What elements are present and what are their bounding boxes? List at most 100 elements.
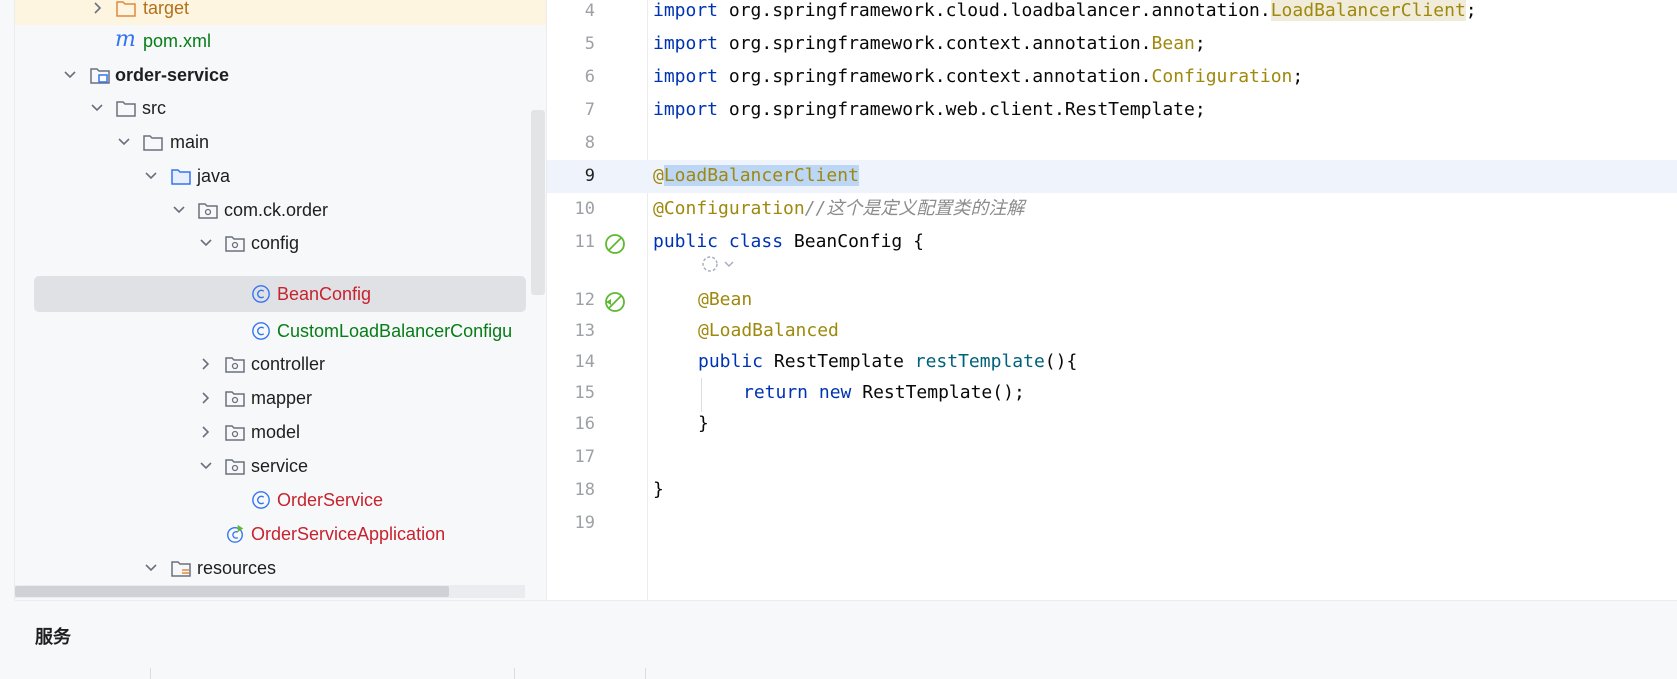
chevron-right-icon[interactable] (197, 355, 215, 373)
tree-item-label: resources (197, 558, 277, 578)
class-icon (252, 491, 270, 509)
chevron-right-icon[interactable] (197, 423, 215, 441)
code-line[interactable]: 16 } (547, 408, 1677, 441)
tree-vertical-scrollbar[interactable] (531, 110, 545, 295)
code-line[interactable]: 18 } (547, 474, 1677, 507)
code-line[interactable]: 7 import org.springframework.web.client.… (547, 94, 1677, 127)
line-number: 17 (574, 447, 595, 467)
chevron-down-icon[interactable] (115, 133, 133, 151)
tree-item-label: pom.xml (143, 31, 212, 51)
code-keyword: import (653, 0, 719, 21)
chevron-down-icon[interactable] (170, 201, 188, 219)
tree-item-orderserviceapplication[interactable]: OrderServiceApplication (15, 517, 546, 551)
code-method-name: restTemplate (914, 351, 1045, 372)
code-text: } (653, 479, 664, 500)
services-tool-window[interactable]: 服务 (15, 600, 1677, 679)
tree-item-beanconfig[interactable]: BeanConfig (34, 276, 526, 312)
tool-window-stripe (0, 0, 15, 600)
toolbar-separator (645, 668, 646, 679)
tree-item-label: mapper (251, 388, 313, 408)
tree-item-resources[interactable]: resources (15, 551, 546, 585)
tree-item-java[interactable]: java (15, 159, 546, 193)
package-icon (225, 459, 245, 475)
folder-icon (143, 135, 163, 151)
tree-item-pom-xml[interactable]: m pom.xml (15, 24, 546, 58)
code-type: RestTemplate (763, 351, 915, 372)
line-number: 7 (584, 100, 595, 120)
package-icon (225, 236, 245, 252)
code-comment: //这个是定义配置类的注解 (804, 198, 1025, 219)
line-number: 11 (574, 232, 595, 252)
tree-item-model[interactable]: model (15, 415, 546, 449)
line-number: 8 (584, 133, 595, 153)
chevron-down-icon[interactable] (88, 99, 106, 117)
chevron-right-icon[interactable] (197, 389, 215, 407)
tree-item-label: controller (251, 354, 326, 374)
tree-item-label: java (197, 166, 231, 186)
line-number: 13 (574, 321, 595, 341)
tree-item-orderservice[interactable]: OrderService (15, 483, 546, 517)
tree-item-main[interactable]: main (15, 125, 546, 159)
class-icon (252, 322, 270, 340)
code-line-current[interactable]: 9 @LoadBalancerClient (547, 160, 1677, 193)
code-line[interactable]: 19 (547, 507, 1677, 540)
chevron-down-icon[interactable] (197, 234, 215, 252)
code-keyword: class (718, 231, 784, 252)
tree-item-controller[interactable]: controller (15, 347, 546, 381)
code-line[interactable]: 5 import org.springframework.context.ann… (547, 28, 1677, 61)
tree-item-label: src (142, 98, 166, 118)
code-identifier: BeanConfig { (783, 231, 924, 252)
code-text: import org.springframework.cloud.loadbal… (653, 0, 1477, 23)
code-line[interactable]: 15 return new RestTemplate(); (547, 377, 1677, 410)
tree-item-label: BeanConfig (277, 284, 372, 304)
code-line[interactable]: 17 (547, 441, 1677, 474)
code-line[interactable]: 10 @Configuration//这个是定义配置类的注解 (547, 193, 1677, 226)
inlay-hint-icon[interactable] (700, 253, 738, 275)
code-line[interactable]: 4 import org.springframework.cloud.loadb… (547, 0, 1677, 28)
chevron-down-icon[interactable] (142, 559, 160, 577)
chevron-down-icon[interactable] (61, 66, 79, 84)
tree-item-com-ck-order[interactable]: com.ck.order (15, 193, 546, 227)
tree-item-customloadbalancerconfiguration[interactable]: CustomLoadBalancerConfigu (15, 314, 546, 348)
code-text: @Bean (698, 288, 752, 312)
package-icon (225, 425, 245, 441)
chevron-down-icon[interactable] (142, 167, 160, 185)
indent-guide (701, 378, 702, 412)
resources-folder-icon (171, 561, 191, 577)
code-annotation-at: @ (653, 165, 664, 186)
tree-horizontal-scrollbar-thumb[interactable] (15, 586, 449, 597)
code-text: return new RestTemplate(); (743, 381, 1025, 405)
code-class-ref: Configuration (1151, 66, 1293, 87)
tree-item-config[interactable]: config (15, 226, 546, 260)
code-line[interactable]: 8 (547, 127, 1677, 160)
tree-item-label: CustomLoadBalancerConfigu (277, 321, 513, 341)
chevron-right-icon[interactable] (89, 0, 107, 17)
code-package: org.springframework.web.client.RestTempl… (718, 99, 1206, 120)
line-number: 12 (574, 290, 595, 310)
code-line[interactable]: 14 public RestTemplate restTemplate(){ (547, 346, 1677, 379)
chevron-down-icon[interactable] (197, 457, 215, 475)
tree-item-label: service (251, 456, 309, 476)
tree-item-order-service[interactable]: order-service (15, 58, 546, 92)
tree-item-mapper[interactable]: mapper (15, 381, 546, 415)
tree-item-service[interactable]: service (15, 449, 546, 483)
code-editor[interactable]: 4 import org.springframework.cloud.loadb… (547, 0, 1677, 600)
code-identifier: RestTemplate(); (851, 382, 1025, 403)
line-number: 6 (584, 67, 595, 87)
code-line[interactable]: 13 @LoadBalanced (547, 315, 1677, 348)
code-line[interactable]: 12 @Bean (547, 284, 1677, 317)
line-number: 19 (574, 513, 595, 533)
tree-item-src[interactable]: src (15, 91, 546, 125)
tree-item-label: OrderService (277, 490, 384, 510)
spring-bean-method-gutter-icon[interactable] (603, 290, 627, 314)
code-keyword: import (653, 33, 719, 54)
tree-item-label: order-service (115, 65, 230, 85)
code-annotation: @LoadBalanced (698, 320, 839, 341)
tree-item-label: target (143, 0, 190, 18)
code-keyword: public (698, 351, 764, 372)
code-line[interactable]: 6 import org.springframework.context.ann… (547, 61, 1677, 94)
inlay-hint[interactable] (547, 253, 747, 277)
code-text: import org.springframework.web.client.Re… (653, 98, 1206, 122)
spring-boot-class-icon (227, 524, 244, 543)
tree-item-target[interactable]: target (15, 0, 546, 25)
